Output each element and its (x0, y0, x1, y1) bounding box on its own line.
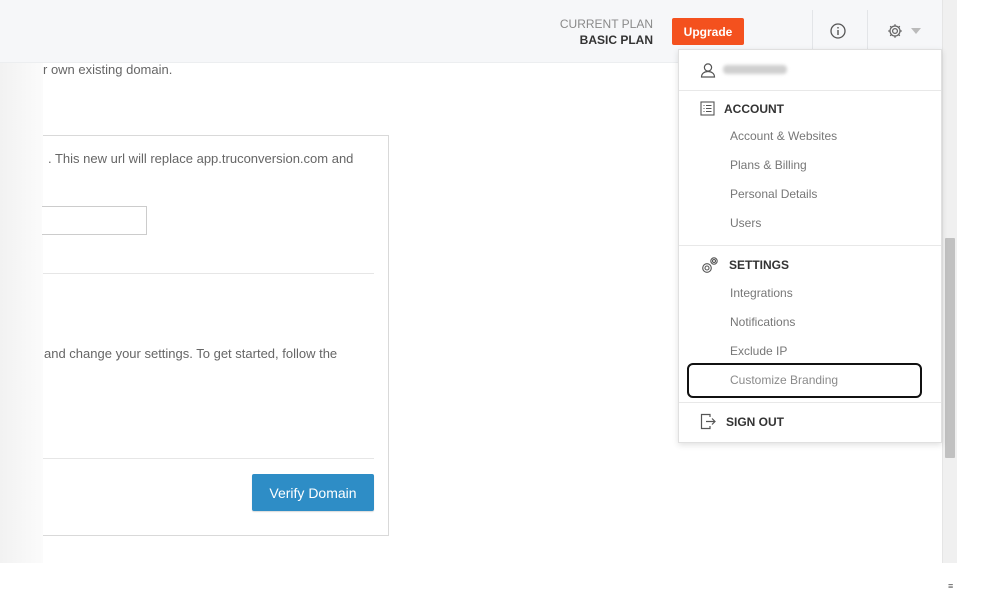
username-redacted (723, 65, 787, 74)
menu-item-users[interactable]: Users (730, 216, 761, 230)
menu-divider (679, 402, 941, 403)
menu-item-notifications[interactable]: Notifications (730, 315, 795, 329)
current-plan-label: CURRENT PLAN (559, 17, 653, 31)
menu-item-plans-billing[interactable]: Plans & Billing (730, 158, 807, 172)
sign-out-label: SIGN OUT (726, 414, 785, 429)
caret-down-icon (911, 28, 921, 34)
account-section-label: ACCOUNT (724, 101, 784, 116)
settings-menu-button[interactable] (868, 17, 940, 45)
menu-item-exclude-ip[interactable]: Exclude IP (730, 344, 787, 358)
current-plan-value: BASIC PLAN (579, 33, 653, 47)
menu-item-account-websites[interactable]: Account & Websites (730, 129, 837, 143)
settings-dropdown-menu: ACCOUNT Account & Websites Plans & Billi… (678, 49, 942, 443)
menu-divider (679, 245, 941, 246)
list-icon (700, 101, 715, 116)
intro-text: r own existing domain. (43, 62, 173, 77)
settings-section-label: SETTINGS (729, 258, 790, 272)
left-background-edge (0, 62, 43, 563)
user-row (679, 50, 941, 91)
info-button[interactable] (812, 17, 864, 45)
upgrade-button[interactable]: Upgrade (672, 18, 744, 45)
menu-item-integrations[interactable]: Integrations (730, 286, 793, 300)
settings-instruction-text: and change your settings. To get started… (44, 346, 338, 361)
settings-section-header: SETTINGS (700, 255, 789, 275)
gears-icon (702, 257, 718, 273)
menu-item-personal-details[interactable]: Personal Details (730, 187, 817, 201)
user-icon (700, 63, 716, 78)
panel-divider (43, 458, 374, 459)
custom-domain-panel: . This new url will replace app.truconve… (42, 135, 389, 536)
verify-domain-button[interactable]: Verify Domain (252, 474, 374, 511)
account-section-header: ACCOUNT (700, 101, 784, 116)
sign-out-item[interactable]: SIGN OUT (700, 413, 784, 430)
scrollbar-thumb[interactable]: ≡ (945, 238, 955, 591)
scrollbar-track[interactable]: ≡ (942, 0, 957, 591)
sign-out-icon (700, 413, 716, 430)
gear-icon (888, 24, 902, 38)
domain-input[interactable] (42, 206, 147, 235)
panel-divider (43, 273, 374, 274)
right-background-edge (957, 0, 1000, 563)
info-circle-icon (830, 23, 846, 39)
highlight-outline (687, 363, 922, 398)
scrollbar-grip-icon: ≡ (948, 581, 954, 591)
domain-description-text: . This new url will replace app.truconve… (48, 151, 354, 166)
